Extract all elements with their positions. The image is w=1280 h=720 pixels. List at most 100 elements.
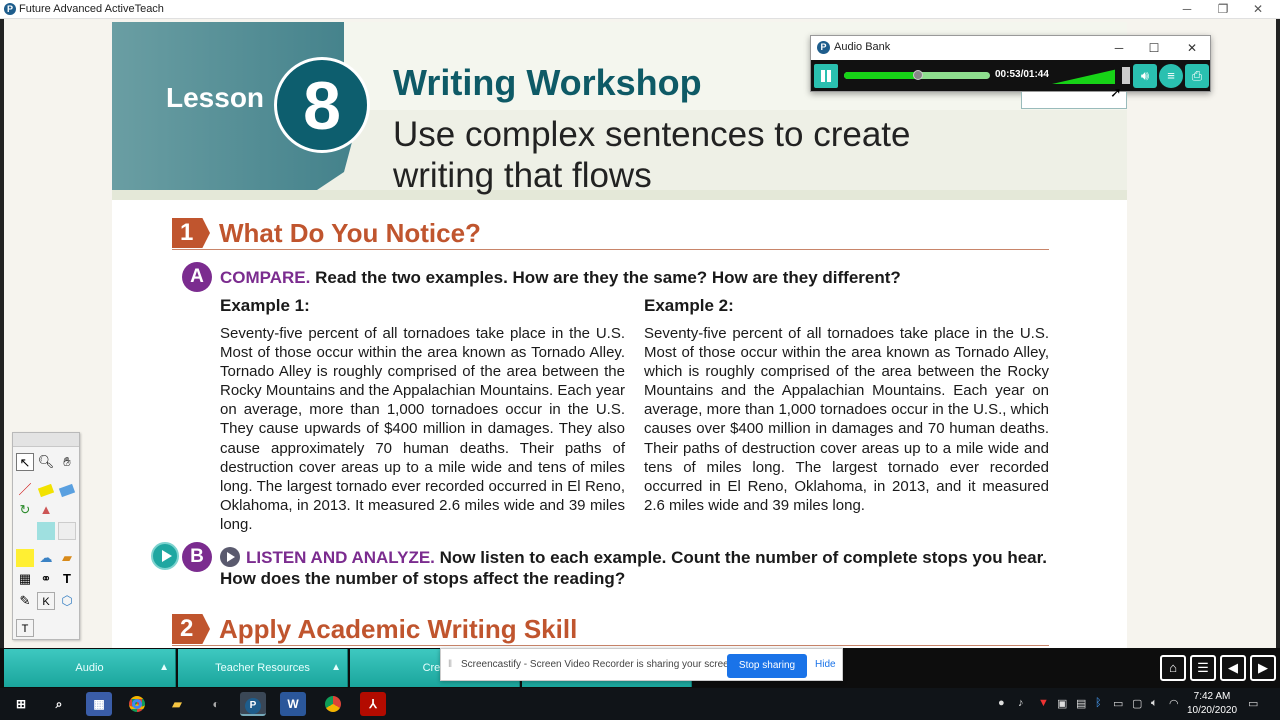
audio-close-button[interactable]: ✕: [1177, 38, 1207, 58]
windows-start-icon[interactable]: ⊞: [8, 692, 34, 716]
example-1-heading: Example 1:: [220, 296, 310, 315]
highlighter-icon[interactable]: [37, 483, 55, 498]
audio-bank-title: Audio Bank: [834, 41, 891, 53]
tools-palette: ↖ 🔍︎ ✋︎ ／ ↻ ▲ ☁ ▰ ▦ ⚭ T ✎ K ⬡ T: [12, 432, 80, 640]
example-2-heading: Example 2:: [644, 296, 734, 315]
hide-link[interactable]: Hide: [815, 659, 836, 670]
transcript-icon[interactable]: ≡: [1159, 64, 1183, 88]
tab-label: Audio: [75, 662, 104, 674]
tray-icon[interactable]: ▣: [1057, 697, 1067, 710]
audio-maximize-button[interactable]: ☐: [1139, 38, 1169, 58]
clock-date: 10/20/2020: [1186, 705, 1238, 716]
select-arrow-icon[interactable]: ↖: [16, 453, 34, 471]
audio-progress-fill: [844, 72, 919, 79]
instruction-keyword: COMPARE.: [220, 268, 311, 287]
minimize-button[interactable]: ─: [1169, 0, 1205, 19]
section-number: 1: [172, 218, 210, 248]
word-icon[interactable]: W: [280, 692, 306, 716]
palette-drag-handle[interactable]: [13, 433, 79, 447]
window-title: Future Advanced ActiveTeach: [19, 3, 164, 15]
menu-icon[interactable]: ☰: [1190, 655, 1216, 681]
display-icon[interactable]: ▢: [1132, 697, 1142, 710]
stop-sharing-button[interactable]: Stop sharing: [727, 654, 807, 678]
cloud-icon[interactable]: ☁: [37, 549, 55, 567]
text-tool-icon[interactable]: T: [58, 570, 76, 588]
book-page: Lesson 8 Writing Workshop Use complex se…: [112, 22, 1127, 648]
close-button[interactable]: ✕: [1240, 0, 1276, 19]
tab-audio[interactable]: Audio ▲: [4, 649, 176, 687]
section-number: 2: [172, 614, 210, 644]
eraser-icon[interactable]: [58, 483, 76, 498]
file-explorer-icon[interactable]: ▰: [164, 692, 190, 716]
audio-bank-titlebar[interactable]: P Audio Bank ─ ☐ ✕: [811, 36, 1210, 60]
link-icon[interactable]: ⚭: [37, 570, 55, 588]
print-icon[interactable]: ⎙: [1185, 64, 1209, 88]
instruction-keyword: LISTEN AND ANALYZE.: [246, 548, 435, 567]
volume-slider[interactable]: [1052, 64, 1130, 86]
home-icon[interactable]: ⌂: [1160, 655, 1186, 681]
record-icon[interactable]: ●: [998, 697, 1005, 709]
audio-seek-bar[interactable]: [844, 70, 990, 80]
paint-icon[interactable]: ◐: [203, 692, 229, 716]
audio-time: 00:53/01:44: [995, 69, 1049, 80]
notifications-icon[interactable]: ▭: [1248, 697, 1258, 710]
part-a-instruction: COMPARE. Read the two examples. How are …: [220, 267, 1020, 288]
sticky-note-icon[interactable]: [16, 549, 34, 567]
speaker-icon[interactable]: 🔊︎: [1133, 64, 1157, 88]
clock-time: 7:42 AM: [1193, 691, 1231, 702]
text-box-icon[interactable]: T: [16, 619, 34, 637]
acrobat-icon[interactable]: ⅄: [360, 692, 386, 716]
example-2-text: Seventy-five percent of all tornadoes ta…: [644, 325, 1049, 514]
page-title: Writing Workshop: [393, 62, 702, 103]
tab-teacher-resources[interactable]: Teacher Resources ▲: [178, 649, 348, 687]
microphone-icon[interactable]: ♪: [1018, 697, 1024, 709]
grid-icon[interactable]: ▦: [16, 570, 34, 588]
pearson-logo-icon: P: [4, 3, 16, 15]
tab-label: Teacher Resources: [215, 662, 310, 674]
taskbar: ⊞ ⌕ ▦ ▰ ◐ P W ⅄ ● ♪ ▼ ▣ ▤ ᛒ ▭ ▢ 🔈︎ ◠ 7:4…: [0, 688, 1280, 720]
pearson-taskbar-icon[interactable]: P: [240, 692, 266, 716]
audio-minimize-button[interactable]: ─: [1104, 38, 1134, 58]
audio-player: 00:53/01:44 🔊︎ ≡ ⎙: [811, 60, 1210, 91]
battery-icon[interactable]: ▭: [1113, 697, 1123, 710]
folder-icon[interactable]: ▰: [58, 549, 76, 567]
hand-pan-icon[interactable]: ✋︎: [58, 453, 76, 471]
system-clock[interactable]: 7:42 AM 10/20/2020: [1183, 690, 1241, 718]
search-icon[interactable]: ⌕: [46, 692, 72, 716]
section-title: Apply Academic Writing Skill: [219, 614, 578, 644]
calculator-icon[interactable]: ▦: [86, 692, 112, 716]
next-page-icon[interactable]: ▶: [1250, 655, 1276, 681]
section-heading-2: 2 Apply Academic Writing Skill: [172, 614, 1049, 646]
spotlight-icon[interactable]: ▲: [37, 501, 55, 519]
drag-handle-icon[interactable]: ‖: [448, 659, 452, 670]
antivirus-icon[interactable]: ▼: [1038, 697, 1049, 709]
audio-seek-handle[interactable]: [913, 70, 924, 80]
pen-icon[interactable]: ／: [16, 481, 34, 499]
undo-icon[interactable]: ↻: [16, 501, 34, 519]
instruction-text: Read the two examples. How are they the …: [310, 268, 901, 287]
previous-page-icon[interactable]: ◀: [1220, 655, 1246, 681]
chrome-icon[interactable]: [320, 692, 346, 716]
viewer-border: [0, 19, 4, 648]
play-audio-button[interactable]: [151, 542, 179, 570]
restore-button[interactable]: ❐: [1205, 0, 1241, 19]
wifi-icon[interactable]: ◠: [1169, 697, 1179, 710]
title-bar: P Future Advanced ActiveTeach ─ ❐ ✕: [0, 0, 1280, 19]
color-swatch[interactable]: [37, 522, 55, 540]
bluetooth-icon[interactable]: ᛒ: [1095, 697, 1102, 709]
play-icon[interactable]: [220, 547, 240, 567]
color-swatch[interactable]: [58, 522, 76, 540]
lesson-label: Lesson: [166, 82, 265, 113]
edit-icon[interactable]: ✎: [16, 592, 34, 610]
shape-icon[interactable]: ⬡: [58, 592, 76, 610]
pearson-logo-icon: P: [817, 41, 830, 54]
zoom-icon[interactable]: 🔍︎: [37, 453, 55, 471]
part-a-badge: A: [182, 262, 212, 292]
volume-icon[interactable]: 🔈︎: [1151, 697, 1158, 710]
pause-button[interactable]: [814, 64, 838, 88]
chevron-up-icon: ▲: [159, 662, 169, 673]
k-tool-icon[interactable]: K: [37, 592, 55, 610]
tray-icon[interactable]: ▤: [1076, 697, 1086, 710]
part-b-instruction: LISTEN AND ANALYZE. Now listen to each e…: [220, 547, 1060, 589]
chrome-icon[interactable]: [124, 692, 150, 716]
